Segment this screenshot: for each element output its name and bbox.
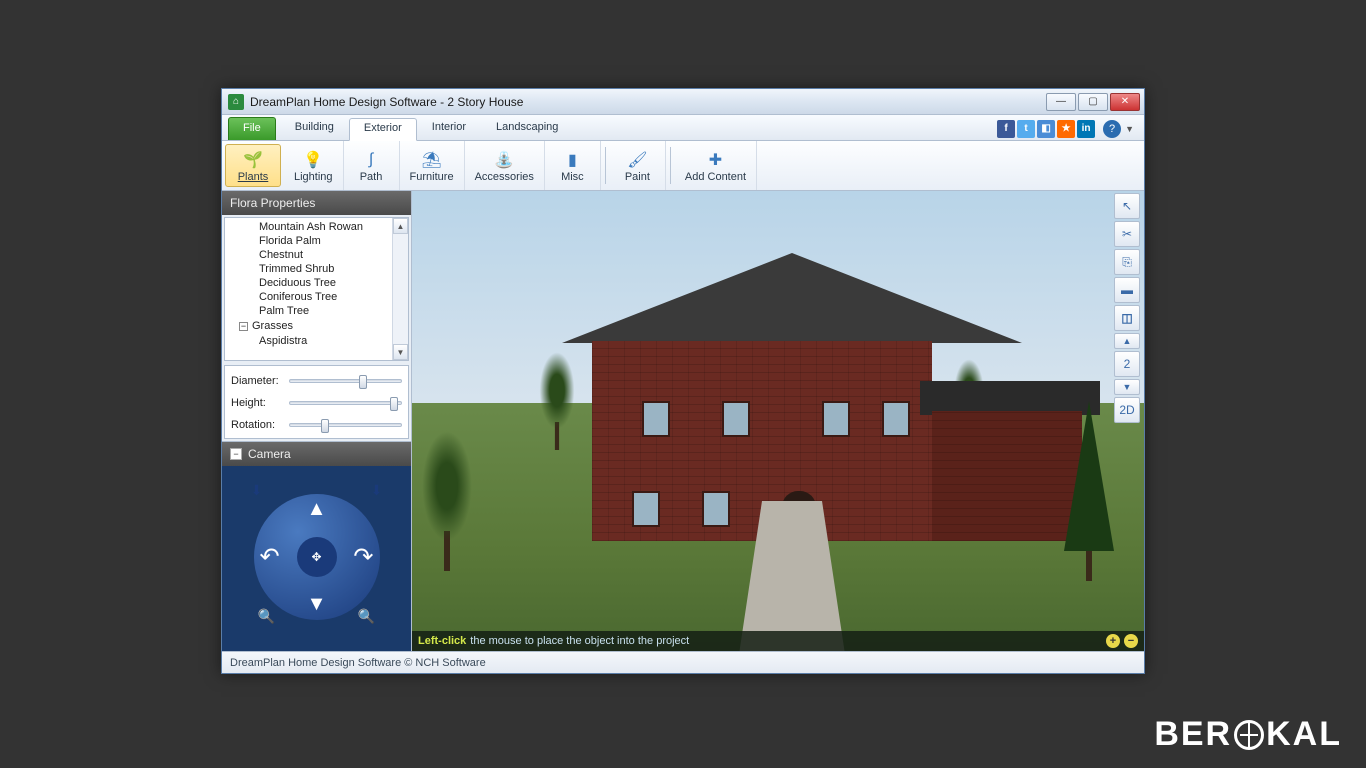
- height-slider[interactable]: Height:: [231, 392, 402, 414]
- minimize-button[interactable]: —: [1046, 93, 1076, 111]
- tab-landscaping[interactable]: Landscaping: [481, 117, 573, 140]
- camera-pad: ⬇ ⬇ ▲ ▼ ↶ ↷ ✥ 🔍 🔍: [242, 482, 392, 632]
- main-area: Flora Properties Mountain Ash Rowan Flor…: [222, 191, 1144, 651]
- tool-paint[interactable]: 🖌Paint: [610, 141, 666, 190]
- flora-panel-header: Flora Properties: [222, 191, 411, 215]
- paint-icon: 🖌: [626, 149, 648, 171]
- watermark: BERKAL: [1154, 715, 1342, 754]
- hint-text: the mouse to place the object into the p…: [470, 635, 689, 647]
- titlebar[interactable]: ⌂ DreamPlan Home Design Software - 2 Sto…: [222, 89, 1144, 115]
- facebook-icon[interactable]: f: [997, 120, 1015, 138]
- app-window: ⌂ DreamPlan Home Design Software - 2 Sto…: [221, 88, 1145, 674]
- tree-item[interactable]: Chestnut: [259, 248, 408, 262]
- tree-scrollbar[interactable]: ▲ ▼: [392, 218, 408, 360]
- add-icon: ✚: [704, 149, 726, 171]
- toolbar: 🌱Plants 💡Lighting ∫Path ⛱Furniture ⛲Acce…: [222, 141, 1144, 191]
- zoom-out-button[interactable]: 🔍: [256, 606, 278, 628]
- help-icon[interactable]: ?: [1103, 120, 1121, 138]
- hint-plus-icon[interactable]: +: [1106, 634, 1120, 648]
- view-tools: ↖ ✂ ⎘ ▬ ◫ ▲ 2 ▼ 2D: [1114, 193, 1142, 423]
- furniture-icon: ⛱: [421, 149, 443, 171]
- cam-back-button[interactable]: ▼: [307, 593, 327, 616]
- app-icon: ⌂: [228, 94, 244, 110]
- tool-misc[interactable]: ▮Misc: [545, 141, 601, 190]
- separator: [605, 147, 606, 184]
- layer-tool[interactable]: ▬: [1114, 277, 1140, 303]
- tab-file[interactable]: File: [228, 117, 276, 140]
- tree-item[interactable]: Palm Tree: [259, 304, 408, 318]
- cam-tilt-down-left-icon[interactable]: ⬇: [248, 482, 266, 500]
- tool-plants[interactable]: 🌱Plants: [225, 144, 281, 187]
- main-tabs: File Building Exterior Interior Landscap…: [222, 115, 1144, 141]
- twitter-icon[interactable]: t: [1017, 120, 1035, 138]
- tool-path[interactable]: ∫Path: [344, 141, 400, 190]
- window-title: DreamPlan Home Design Software - 2 Story…: [250, 95, 1044, 109]
- collapse-icon[interactable]: −: [239, 322, 248, 331]
- zoom-in-button[interactable]: 🔍: [356, 606, 378, 628]
- floor-down-button[interactable]: ▼: [1114, 379, 1140, 395]
- sidebar: Flora Properties Mountain Ash Rowan Flor…: [222, 191, 412, 651]
- 2d-view-button[interactable]: 2D: [1114, 397, 1140, 423]
- tree-item[interactable]: Aspidistra: [259, 334, 408, 348]
- rotation-slider[interactable]: Rotation:: [231, 414, 402, 436]
- tool-furniture[interactable]: ⛱Furniture: [400, 141, 465, 190]
- status-text: DreamPlan Home Design Software © NCH Sof…: [230, 657, 486, 669]
- tool-accessories[interactable]: ⛲Accessories: [465, 141, 545, 190]
- floor-indicator[interactable]: 2: [1114, 351, 1140, 377]
- linkedin-icon[interactable]: in: [1077, 120, 1095, 138]
- watermark-logo-icon: [1234, 720, 1264, 750]
- scene: [412, 191, 1144, 651]
- social-links: f t ◧ ★ in ? ▼: [997, 117, 1138, 140]
- tree-item[interactable]: Florida Palm: [259, 234, 408, 248]
- pointer-tool[interactable]: ↖: [1114, 193, 1140, 219]
- status-bar: DreamPlan Home Design Software © NCH Sof…: [222, 651, 1144, 673]
- path-icon: ∫: [360, 149, 382, 171]
- cam-rotate-left-button[interactable]: ↶: [260, 542, 280, 571]
- tab-interior[interactable]: Interior: [417, 117, 481, 140]
- tree-item[interactable]: Mountain Ash Rowan: [259, 220, 408, 234]
- maximize-button[interactable]: ▢: [1078, 93, 1108, 111]
- camera-panel: −Camera ⬇ ⬇ ▲ ▼ ↶ ↷ ✥ 🔍 🔍: [222, 441, 411, 651]
- cam-forward-button[interactable]: ▲: [307, 498, 327, 521]
- tree-group[interactable]: −Grasses: [225, 320, 408, 332]
- hint-key: Left-click: [418, 635, 466, 647]
- 3d-viewport[interactable]: ↖ ✂ ⎘ ▬ ◫ ▲ 2 ▼ 2D Left-click the mouse …: [412, 191, 1144, 651]
- tree-item[interactable]: Trimmed Shrub: [259, 262, 408, 276]
- scroll-up-icon[interactable]: ▲: [393, 218, 408, 234]
- plant-icon: 🌱: [242, 149, 264, 171]
- collapse-icon[interactable]: −: [230, 448, 242, 460]
- help-dropdown-icon[interactable]: ▼: [1125, 124, 1134, 134]
- diameter-slider[interactable]: Diameter:: [231, 370, 402, 392]
- bulb-icon: 💡: [302, 149, 324, 171]
- misc-icon: ▮: [561, 149, 583, 171]
- tree-item[interactable]: Deciduous Tree: [259, 276, 408, 290]
- 3d-view-tool[interactable]: ◫: [1114, 305, 1140, 331]
- tree-item[interactable]: Coniferous Tree: [259, 290, 408, 304]
- accessories-icon: ⛲: [493, 149, 515, 171]
- tab-exterior[interactable]: Exterior: [349, 118, 417, 141]
- slider-panel: Diameter: Height: Rotation:: [224, 365, 409, 439]
- share-icon[interactable]: ◧: [1037, 120, 1055, 138]
- tool-lighting[interactable]: 💡Lighting: [284, 141, 344, 190]
- cam-pan-button[interactable]: ✥: [297, 537, 337, 577]
- scroll-down-icon[interactable]: ▼: [393, 344, 408, 360]
- separator: [670, 147, 671, 184]
- cam-rotate-right-button[interactable]: ↷: [353, 542, 373, 571]
- floor-up-button[interactable]: ▲: [1114, 333, 1140, 349]
- reddit-icon[interactable]: ★: [1057, 120, 1075, 138]
- hint-bar: Left-click the mouse to place the object…: [412, 631, 1144, 651]
- cam-tilt-down-right-icon[interactable]: ⬇: [368, 482, 386, 500]
- tool-add-content[interactable]: ✚Add Content: [675, 141, 757, 190]
- tab-building[interactable]: Building: [280, 117, 349, 140]
- flora-tree[interactable]: Mountain Ash Rowan Florida Palm Chestnut…: [224, 217, 409, 361]
- hint-minus-icon[interactable]: −: [1124, 634, 1138, 648]
- cut-tool[interactable]: ✂: [1114, 221, 1140, 247]
- close-button[interactable]: ✕: [1110, 93, 1140, 111]
- copy-tool[interactable]: ⎘: [1114, 249, 1140, 275]
